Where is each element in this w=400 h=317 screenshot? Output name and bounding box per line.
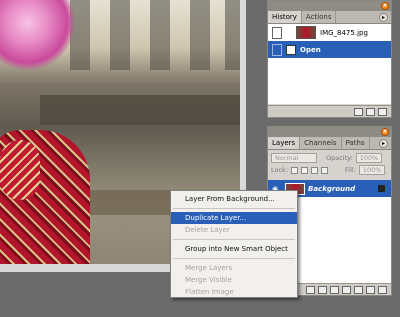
adjustment-layer-icon[interactable] bbox=[342, 285, 351, 294]
lock-label: Lock: bbox=[271, 166, 289, 174]
snapshot-thumbnail bbox=[296, 26, 316, 39]
tab-channels[interactable]: Channels bbox=[300, 137, 342, 149]
layers-panel-titlebar[interactable]: × bbox=[268, 127, 391, 137]
menu-item-group-into-smart-object[interactable]: Group into New Smart Object bbox=[171, 243, 297, 255]
trash-icon[interactable] bbox=[378, 285, 387, 294]
menu-separator bbox=[173, 239, 295, 240]
panel-menu-icon[interactable]: ▸ bbox=[379, 139, 388, 148]
history-list: IMG_8475.jpg Open bbox=[268, 24, 391, 104]
tab-actions[interactable]: Actions bbox=[302, 11, 337, 23]
layers-tabs: Layers Channels Paths ▸ bbox=[268, 137, 391, 150]
close-icon[interactable]: × bbox=[381, 128, 389, 136]
layer-mask-icon[interactable] bbox=[330, 285, 339, 294]
layer-context-menu: Layer From Background... Duplicate Layer… bbox=[170, 190, 298, 298]
history-step-label: Open bbox=[300, 45, 321, 54]
history-panel: × History Actions ▸ IMG_8475.jpg Open bbox=[267, 0, 392, 118]
menu-item-layer-from-background[interactable]: Layer From Background... bbox=[171, 193, 297, 205]
lock-pixels-icon[interactable] bbox=[301, 166, 309, 174]
menu-separator bbox=[173, 208, 295, 209]
panel-menu-icon[interactable]: ▸ bbox=[379, 13, 388, 22]
tab-history[interactable]: History bbox=[268, 11, 302, 23]
history-tabs: History Actions ▸ bbox=[268, 11, 391, 24]
lock-icon bbox=[378, 185, 385, 192]
menu-separator bbox=[173, 258, 295, 259]
tab-paths[interactable]: Paths bbox=[342, 137, 370, 149]
layer-controls: Normal Opacity: 100% Lock: Fill: 100% bbox=[268, 150, 391, 178]
history-brush-icon[interactable] bbox=[272, 43, 282, 56]
history-panel-titlebar[interactable]: × bbox=[268, 1, 391, 11]
history-footer bbox=[268, 105, 391, 117]
layer-style-icon[interactable] bbox=[318, 285, 327, 294]
opacity-field[interactable]: 100% bbox=[355, 153, 382, 163]
fill-field[interactable]: 100% bbox=[358, 165, 385, 175]
blend-mode-select[interactable]: Normal bbox=[271, 153, 317, 163]
menu-item-merge-visible[interactable]: Merge Visible bbox=[171, 274, 297, 286]
opacity-label: Opacity: bbox=[326, 154, 353, 162]
history-brush-icon[interactable] bbox=[272, 26, 282, 39]
lock-all-icon[interactable] bbox=[321, 166, 329, 174]
menu-item-duplicate-layer[interactable]: Duplicate Layer... bbox=[171, 212, 297, 224]
snapshot-icon[interactable] bbox=[366, 107, 375, 116]
fill-label: Fill: bbox=[345, 166, 356, 174]
close-icon[interactable]: × bbox=[381, 2, 389, 10]
lock-position-icon[interactable] bbox=[311, 166, 319, 174]
lock-transparency-icon[interactable] bbox=[291, 166, 299, 174]
history-snapshot[interactable]: IMG_8475.jpg bbox=[268, 24, 391, 41]
folder-icon[interactable] bbox=[354, 285, 363, 294]
new-layer-icon[interactable] bbox=[366, 285, 375, 294]
menu-item-delete-layer[interactable]: Delete Layer bbox=[171, 224, 297, 236]
tab-layers[interactable]: Layers bbox=[268, 137, 301, 149]
menu-item-flatten-image[interactable]: Flatten Image bbox=[171, 286, 297, 298]
new-document-from-state-icon[interactable] bbox=[354, 107, 363, 116]
snapshot-name: IMG_8475.jpg bbox=[320, 28, 368, 37]
history-step-open[interactable]: Open bbox=[268, 41, 391, 58]
layer-name: Background bbox=[308, 184, 356, 193]
trash-icon[interactable] bbox=[378, 107, 387, 116]
menu-item-merge-layers[interactable]: Merge Layers bbox=[171, 262, 297, 274]
link-layers-icon[interactable] bbox=[306, 285, 315, 294]
document-icon bbox=[286, 44, 296, 55]
